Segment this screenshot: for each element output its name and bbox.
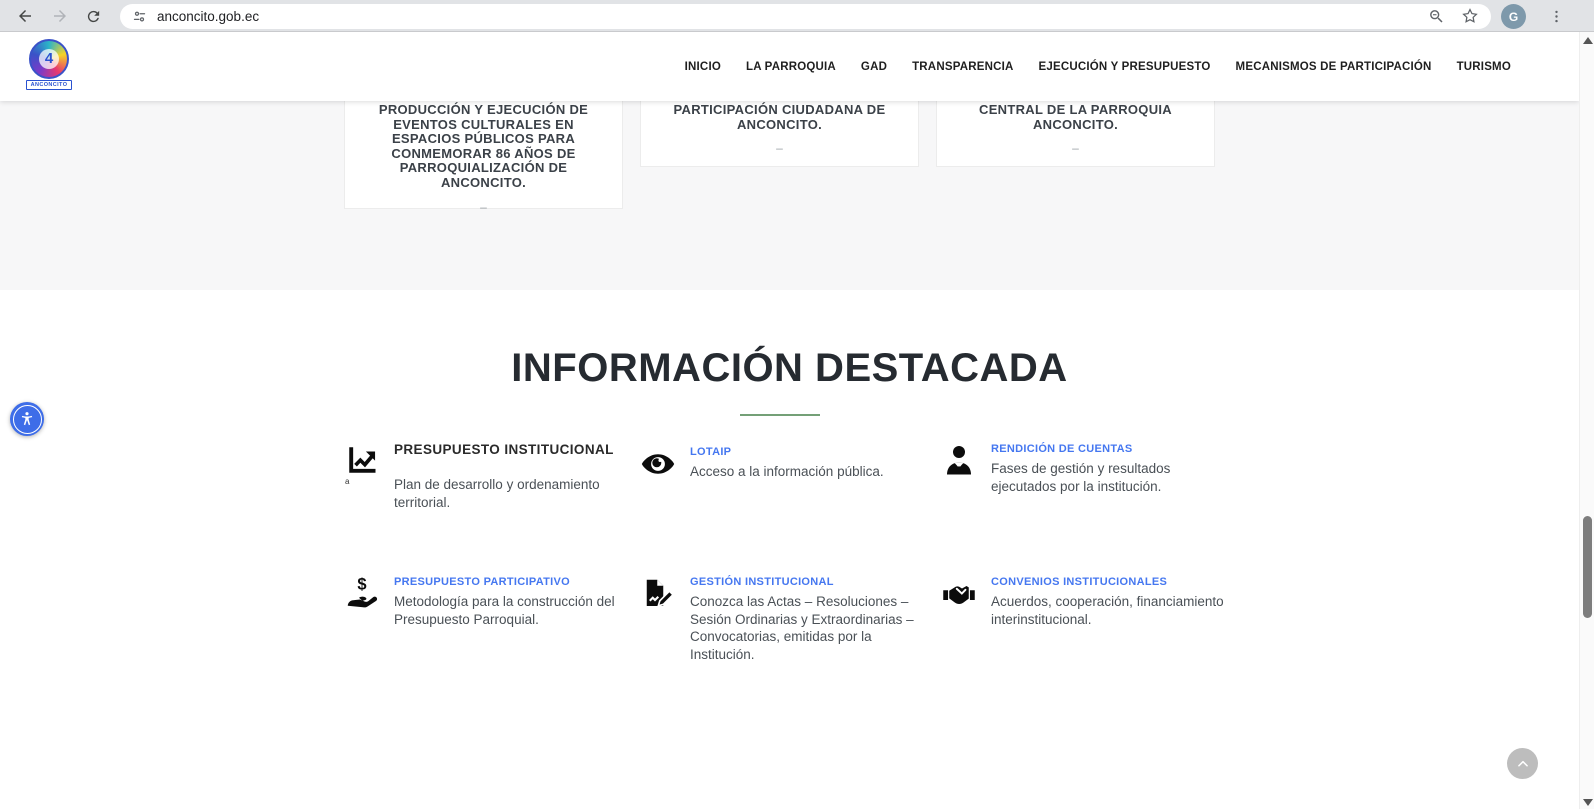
feature-title[interactable]: PRESUPUESTO INSTITUCIONAL [394, 442, 642, 457]
nav-item-transparencia[interactable]: TRANSPARENCIA [912, 61, 1013, 73]
hand-dollar-icon: $ [344, 576, 380, 612]
handshake-icon [941, 576, 977, 612]
nav-item-mecanismos-de-participacion[interactable]: MECANISMOS DE PARTICIPACIÓN [1236, 61, 1432, 73]
feature-title[interactable]: CONVENIOS INSTITUCIONALES [991, 576, 1239, 588]
feature-title[interactable]: RENDICIÓN DE CUENTAS [991, 443, 1239, 455]
feature-convenios-institucionales: CONVENIOS INSTITUCIONALES Acuerdos, coop… [941, 576, 1239, 628]
businessman-icon [941, 443, 977, 479]
feature-description: Acuerdos, cooperación, financiamiento in… [991, 593, 1239, 628]
scroll-to-top-button[interactable] [1507, 748, 1538, 779]
feature-presupuesto-participativo: $ PRESUPUESTO PARTICIPATIVO Metodología … [344, 576, 642, 628]
browser-toolbar: anconcito.gob.ec G [0, 0, 1594, 32]
url-text[interactable]: anconcito.gob.ec [157, 9, 259, 24]
eye-icon [640, 446, 676, 482]
scrollbar-up-arrow-icon[interactable] [1583, 37, 1593, 44]
nav-item-ejecucion-y-presupuesto[interactable]: EJECUCIÓN Y PRESUPUESTO [1039, 61, 1211, 73]
feature-gestion-institucional: GESTIÓN INSTITUCIONAL Conozca las Actas … [640, 576, 938, 663]
news-card-title[interactable]: PRODUCCIÓN Y EJECUCIÓN DE EVENTOS CULTUR… [363, 103, 604, 191]
forward-icon[interactable] [48, 4, 72, 28]
site-settings-icon[interactable] [132, 9, 147, 24]
page-scrollbar[interactable] [1579, 32, 1594, 809]
logo-label: ANCONCITO [26, 80, 72, 90]
scrollbar-thumb[interactable] [1583, 516, 1592, 618]
feature-description: Plan de desarrollo y ordenamiento territ… [394, 476, 642, 511]
nav-item-inicio[interactable]: INICIO [685, 61, 721, 73]
back-icon[interactable] [13, 4, 37, 28]
nav-item-gad[interactable]: GAD [861, 61, 887, 73]
address-bar[interactable]: anconcito.gob.ec [120, 4, 1491, 29]
news-card-title[interactable]: CENTRAL DE LA PARROQUIA ANCONCITO. [955, 103, 1196, 132]
icon-caption: a [345, 477, 349, 486]
feature-description: Acceso a la información pública. [690, 463, 938, 481]
menu-dots-icon[interactable] [1544, 4, 1568, 28]
feature-lotaip: LOTAIP Acceso a la información pública. [640, 446, 938, 482]
feature-description: Conozca las Actas – Resoluciones – Sesió… [690, 593, 938, 663]
profile-avatar[interactable]: G [1501, 4, 1526, 29]
site-header: ANCONCITO INICIO LA PARROQUIA GAD TRANSP… [0, 32, 1579, 101]
featured-section-title: INFORMACIÓN DESTACADA [0, 346, 1579, 391]
heading-underline [740, 414, 820, 416]
news-card[interactable]: PRODUCCIÓN Y EJECUCIÓN DE EVENTOS CULTUR… [344, 86, 623, 209]
main-navigation: INICIO LA PARROQUIA GAD TRANSPARENCIA EJ… [685, 32, 1511, 101]
news-card-meta: – [363, 200, 604, 214]
feature-description: Fases de gestión y resultados ejecutados… [991, 460, 1239, 495]
nav-item-turismo[interactable]: TURISMO [1457, 61, 1511, 73]
news-card-meta: – [955, 141, 1196, 155]
nav-item-la-parroquia[interactable]: LA PARROQUIA [746, 61, 836, 73]
svg-text:$: $ [357, 576, 366, 594]
scrollbar-down-arrow-icon[interactable] [1583, 799, 1593, 806]
feature-title[interactable]: LOTAIP [690, 446, 938, 458]
feature-description: Metodología para la construcción del Pre… [394, 593, 642, 628]
chevron-up-icon [1516, 757, 1530, 771]
news-card-title[interactable]: PARTICIPACIÓN CIUDADANA DE ANCONCITO. [659, 103, 900, 132]
accessibility-person-icon [17, 409, 37, 429]
bookmark-star-icon[interactable] [1458, 4, 1482, 28]
zoom-out-icon[interactable] [1424, 4, 1448, 28]
document-edit-icon [640, 576, 676, 612]
news-card-meta: – [659, 141, 900, 155]
accessibility-widget-button[interactable] [10, 402, 44, 436]
feature-rendicion-de-cuentas: RENDICIÓN DE CUENTAS Fases de gestión y … [941, 443, 1239, 495]
reload-icon[interactable] [81, 4, 105, 28]
logo-emblem-icon [29, 39, 69, 79]
feature-title[interactable]: PRESUPUESTO PARTICIPATIVO [394, 576, 642, 588]
site-logo[interactable]: ANCONCITO [26, 39, 72, 90]
line-chart-icon: a [344, 442, 380, 478]
feature-title[interactable]: GESTIÓN INSTITUCIONAL [690, 576, 938, 588]
feature-presupuesto-institucional: a PRESUPUESTO INSTITUCIONAL Plan de desa… [344, 442, 642, 511]
